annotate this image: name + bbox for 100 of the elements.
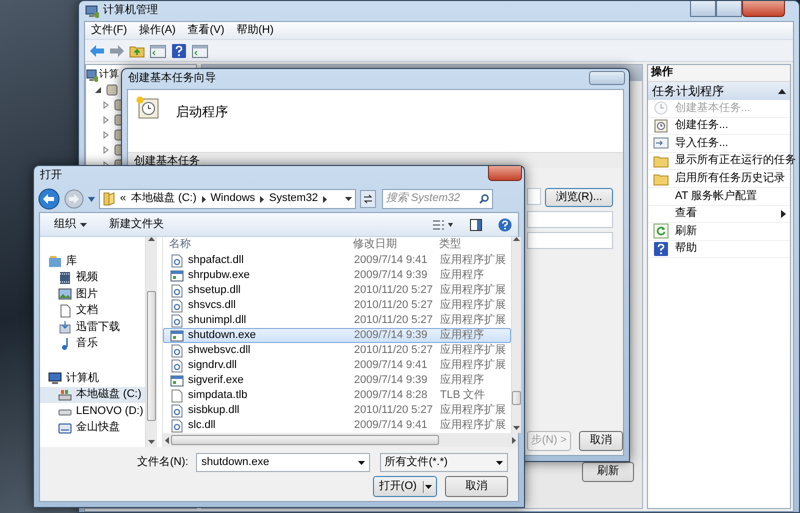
action-row[interactable]: 帮助: [648, 240, 790, 258]
open-button[interactable]: 打开(O): [373, 476, 438, 497]
scrollbar-thumb[interactable]: [512, 391, 521, 405]
action-row[interactable]: 导入任务...: [648, 135, 790, 153]
breadcrumb-arrow-icon[interactable]: [202, 196, 206, 202]
file-type: 应用程序: [440, 268, 485, 282]
file-name[interactable]: shpafact.dll: [188, 254, 244, 268]
file-name[interactable]: slc.dll: [188, 418, 216, 432]
nav-item[interactable]: 计算机: [66, 372, 99, 385]
file-name[interactable]: shsetup.dll: [188, 284, 241, 298]
file-name[interactable]: shutdown.exe: [188, 328, 256, 342]
collapsed-arrow-icon[interactable]: [102, 130, 110, 138]
input-field[interactable]: [527, 211, 613, 228]
file-name[interactable]: simpdata.tlb: [188, 388, 248, 402]
nav-item[interactable]: 音乐: [76, 337, 98, 350]
menu-item[interactable]: 查看(V): [188, 24, 224, 38]
toolbar-button[interactable]: 新建文件夹: [109, 218, 164, 232]
action-link[interactable]: 导入任务...: [675, 136, 728, 150]
input-field[interactable]: [527, 188, 541, 205]
nav-item-highlight[interactable]: 本地磁盘 (C:): [40, 386, 145, 403]
action-link[interactable]: 启用所有任务历史记录: [675, 172, 785, 186]
back-icon[interactable]: [38, 188, 60, 210]
file-name[interactable]: shrpubw.exe: [188, 268, 250, 282]
action-link[interactable]: 帮助: [675, 242, 697, 256]
nav-item[interactable]: 视频: [76, 271, 98, 284]
refresh-button[interactable]: 刷新: [582, 462, 634, 482]
action-link[interactable]: 显示所有正在运行的任务: [675, 154, 796, 168]
nav-item[interactable]: 本地磁盘 (C:): [76, 388, 142, 402]
file-name-field[interactable]: shutdown.exe: [196, 453, 370, 472]
scrollbar[interactable]: [511, 237, 521, 433]
breadcrumb[interactable]: Windows: [210, 192, 256, 206]
file-name[interactable]: sisbkup.dll: [188, 404, 240, 418]
action-link[interactable]: AT 服务帐户配置: [675, 190, 758, 203]
nav-item[interactable]: 图片: [76, 288, 98, 301]
panel-icon[interactable]: [191, 42, 209, 58]
minimize-button[interactable]: [690, 1, 716, 17]
collapsed-arrow-icon[interactable]: [102, 100, 110, 108]
browse-button[interactable]: 浏览(R)...: [545, 188, 613, 207]
address-bar[interactable]: « 本地磁盘 (C:) Windows System32: [99, 189, 356, 209]
menu-item[interactable]: 帮助(H): [236, 24, 274, 38]
file-name[interactable]: sigverif.exe: [188, 374, 244, 388]
forward-icon[interactable]: [109, 42, 125, 58]
section-header[interactable]: 任务计划程序: [648, 82, 790, 100]
scrollbar[interactable]: [163, 433, 518, 447]
help-icon[interactable]: [171, 42, 187, 58]
scrollbar-thumb[interactable]: [171, 435, 439, 445]
close-button[interactable]: [488, 166, 522, 181]
dropdown-arrow-icon[interactable]: [345, 197, 352, 201]
overflow-chevron[interactable]: «: [120, 192, 126, 206]
action-row[interactable]: 查看: [648, 206, 790, 224]
nav-item[interactable]: 迅雷下载: [76, 320, 120, 334]
selected-row[interactable]: shutdown.exe 2009/7/14 9:39 应用程序: [163, 328, 511, 343]
window-title: 打开: [40, 169, 62, 183]
breadcrumb-arrow-icon[interactable]: [323, 196, 328, 202]
nav-item[interactable]: 金山快盘: [76, 421, 120, 434]
scrollbar-thumb[interactable]: [147, 291, 156, 421]
breadcrumb-arrow-icon[interactable]: [260, 196, 264, 202]
file-type-dropdown[interactable]: 所有文件(*.*): [380, 453, 508, 472]
nav-item[interactable]: 库: [66, 254, 77, 268]
column-header[interactable]: 类型: [439, 238, 509, 252]
collapsed-arrow-icon[interactable]: [102, 116, 110, 124]
file-name[interactable]: shunimpl.dll: [188, 314, 246, 328]
panel-icon[interactable]: [149, 42, 167, 58]
action-row[interactable]: 启用所有任务历史记录: [648, 170, 790, 188]
help-icon[interactable]: [498, 218, 512, 232]
nav-item[interactable]: 文档: [76, 304, 98, 318]
action-row[interactable]: 刷新: [648, 223, 790, 241]
menu-item[interactable]: 操作(A): [139, 24, 176, 38]
breadcrumb[interactable]: System32: [269, 192, 318, 206]
action-row[interactable]: AT 服务帐户配置: [648, 188, 790, 206]
scrollbar[interactable]: [145, 237, 157, 447]
action-row[interactable]: 创建任务...: [648, 118, 790, 136]
expanded-arrow-icon[interactable]: [94, 86, 102, 94]
breadcrumb[interactable]: 本地磁盘 (C:): [131, 192, 197, 206]
modified-date: 2009/7/14 8:28: [354, 388, 428, 402]
cancel-button[interactable]: 取消: [578, 431, 623, 451]
action-link[interactable]: 刷新: [675, 224, 697, 238]
cancel-button[interactable]: 取消: [445, 476, 508, 497]
refresh-icon[interactable]: [360, 190, 376, 208]
action-link[interactable]: 创建任务...: [675, 119, 728, 132]
close-button[interactable]: [589, 71, 625, 85]
preview-pane-icon[interactable]: [470, 218, 482, 230]
file-type: 应用程序扩展: [440, 404, 507, 418]
file-name[interactable]: shwebsvc.dll: [188, 344, 250, 358]
search-field[interactable]: 搜索 System32: [382, 189, 493, 209]
view-icon[interactable]: [432, 218, 454, 230]
collapsed-arrow-icon[interactable]: [102, 146, 110, 154]
file-name[interactable]: signdrv.dll: [188, 358, 237, 372]
action-link[interactable]: 查看: [675, 207, 697, 220]
toolbar-button[interactable]: 组织: [54, 218, 87, 232]
menu-item[interactable]: 文件(F): [91, 24, 128, 38]
close-button[interactable]: [742, 1, 785, 17]
column-header[interactable]: 名称: [163, 238, 353, 252]
file-name[interactable]: shsvcs.dll: [188, 298, 236, 312]
drive-icon: [58, 388, 72, 402]
maximize-button[interactable]: [716, 1, 742, 17]
tree-item[interactable]: 计算: [99, 68, 119, 80]
column-header[interactable]: 修改日期: [353, 238, 439, 252]
input-field[interactable]: [527, 232, 613, 249]
nav-item[interactable]: LENOVO (D:): [76, 404, 144, 418]
